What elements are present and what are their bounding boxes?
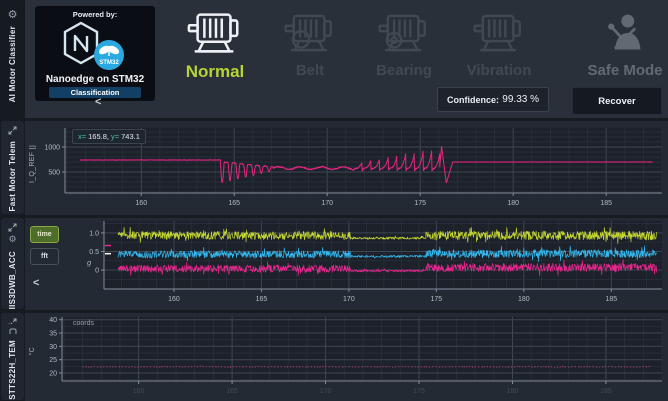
tooltip-x-label: x=	[78, 132, 86, 141]
recover-button[interactable]: Recover	[572, 87, 662, 115]
gear-icon[interactable]: ⚙	[8, 236, 16, 245]
coords-annotation: coords	[73, 320, 94, 327]
status-belt: Belt	[264, 8, 356, 79]
svg-text:180: 180	[507, 200, 519, 207]
svg-text:175: 175	[414, 200, 426, 207]
svg-text:25: 25	[49, 357, 57, 364]
svg-text:0: 0	[95, 268, 99, 275]
sidebar-item-label: Fast Motor Telem	[8, 141, 17, 211]
confidence-label: Confidence:	[447, 95, 499, 105]
expand-icon[interactable]	[8, 126, 17, 135]
header-panel: Powered by: STM32 Nanoedge on STM32 Clas…	[25, 0, 668, 118]
y-axis-label: °C	[29, 347, 36, 355]
svg-text:20: 20	[49, 371, 57, 378]
gear-icon[interactable]: ⚙	[8, 9, 18, 20]
accelerometer-chart[interactable]: 0 0.5 1.0 160 165 170 175 180 185	[25, 218, 668, 310]
temperature-chart[interactable]: 20 25 30 35 40 160 165 170 175 180 185	[25, 313, 668, 401]
fft-button[interactable]: fft	[30, 248, 59, 265]
svg-text:160: 160	[133, 388, 145, 395]
stm32-badge-text: STM32	[99, 60, 119, 66]
status-bearing: Bearing	[358, 8, 450, 79]
powered-by-label: Powered by:	[35, 10, 155, 19]
motor-icon	[264, 8, 356, 58]
time-button[interactable]: time	[30, 226, 59, 243]
svg-text:165: 165	[226, 388, 238, 395]
sidebar-item-stts22h-tem[interactable]: STTS22H_TEM	[1, 313, 24, 400]
expand-icon[interactable]	[8, 318, 17, 324]
svg-text:170: 170	[321, 200, 333, 207]
sidebar-item-label: AI Motor Classifier	[8, 26, 17, 102]
brand-card: Powered by: STM32 Nanoedge on STM32 Clas…	[35, 6, 155, 101]
svg-text:165: 165	[256, 296, 268, 303]
confidence-value: 99.33 %	[502, 94, 539, 105]
sidebar-item-label: IIS3DWB_ACC	[8, 251, 17, 309]
svg-text:35: 35	[49, 331, 57, 338]
sidebar: ⚙ AI Motor Classifier Fast Motor Telem ⚙…	[0, 0, 25, 401]
y-axis-label: I_Q_REF []	[29, 145, 36, 183]
status-label: Belt	[264, 62, 356, 79]
svg-text:175: 175	[431, 296, 443, 303]
collapse-arrow[interactable]: <	[33, 278, 39, 289]
app-root: ⚙ AI Motor Classifier Fast Motor Telem ⚙…	[0, 0, 668, 401]
accelerometer-panel: 0 0.5 1.0 160 165 170 175 180 185 g time fft <	[25, 218, 668, 310]
svg-text:165: 165	[228, 200, 240, 207]
status-normal: Normal	[169, 8, 261, 82]
motor-icon	[453, 8, 545, 58]
svg-text:185: 185	[605, 296, 617, 303]
status-vibration: Vibration	[453, 8, 545, 79]
status-label: Vibration	[453, 62, 545, 79]
sidebar-item-fast-motor-telem[interactable]: Fast Motor Telem	[1, 121, 24, 214]
svg-text:185: 185	[600, 388, 612, 395]
svg-text:40: 40	[49, 317, 57, 324]
stm32-badge: STM32	[93, 39, 125, 71]
expand-icon[interactable]	[8, 223, 17, 232]
confidence-box: Confidence: 99.33 %	[437, 87, 549, 112]
motor-icon	[169, 8, 261, 58]
svg-text:180: 180	[518, 296, 530, 303]
tooltip-x-value: 165.8,	[88, 132, 109, 141]
status-label: Normal	[169, 62, 261, 82]
svg-text:1.0: 1.0	[89, 230, 99, 237]
svg-text:170: 170	[320, 388, 332, 395]
square-icon[interactable]	[9, 328, 17, 334]
motor-icon	[358, 8, 450, 58]
svg-text:180: 180	[507, 388, 519, 395]
tooltip-y-value: 743.1	[121, 132, 140, 141]
sidebar-item-label: STTS22H_TEM	[8, 340, 17, 400]
sidebar-item-iis3dwb-acc[interactable]: ⚙ IIS3DWB_ACC	[1, 218, 24, 309]
svg-text:175: 175	[413, 388, 425, 395]
collapse-arrow[interactable]: <	[95, 97, 101, 108]
svg-text:185: 185	[600, 200, 612, 207]
brand-title: Nanoedge on STM32	[35, 74, 155, 85]
svg-text:160: 160	[135, 200, 147, 207]
status-safe-mode: Safe Mode	[579, 8, 668, 79]
svg-text:0.5: 0.5	[89, 249, 99, 256]
status-label: Safe Mode	[579, 62, 668, 79]
motor-telemetry-panel: 500 1000 160 165 170 175 180 185 I_Q_REF [] x= …	[25, 121, 668, 215]
safe-mode-icon	[579, 8, 668, 58]
svg-text:500: 500	[48, 170, 60, 177]
temperature-panel: 20 25 30 35 40 160 165 170 175 180 185 °C coords	[25, 313, 668, 401]
tooltip-y-label: y=	[111, 132, 119, 141]
status-label: Bearing	[358, 62, 450, 79]
svg-text:170: 170	[343, 296, 355, 303]
y-axis-label: g	[87, 258, 91, 267]
svg-text:1000: 1000	[44, 145, 60, 152]
svg-text:30: 30	[49, 344, 57, 351]
svg-text:160: 160	[168, 296, 180, 303]
sidebar-item-ai-motor-classifier[interactable]: ⚙ AI Motor Classifier	[1, 4, 24, 116]
chart-tooltip: x= 165.8, y= 743.1	[72, 129, 146, 144]
